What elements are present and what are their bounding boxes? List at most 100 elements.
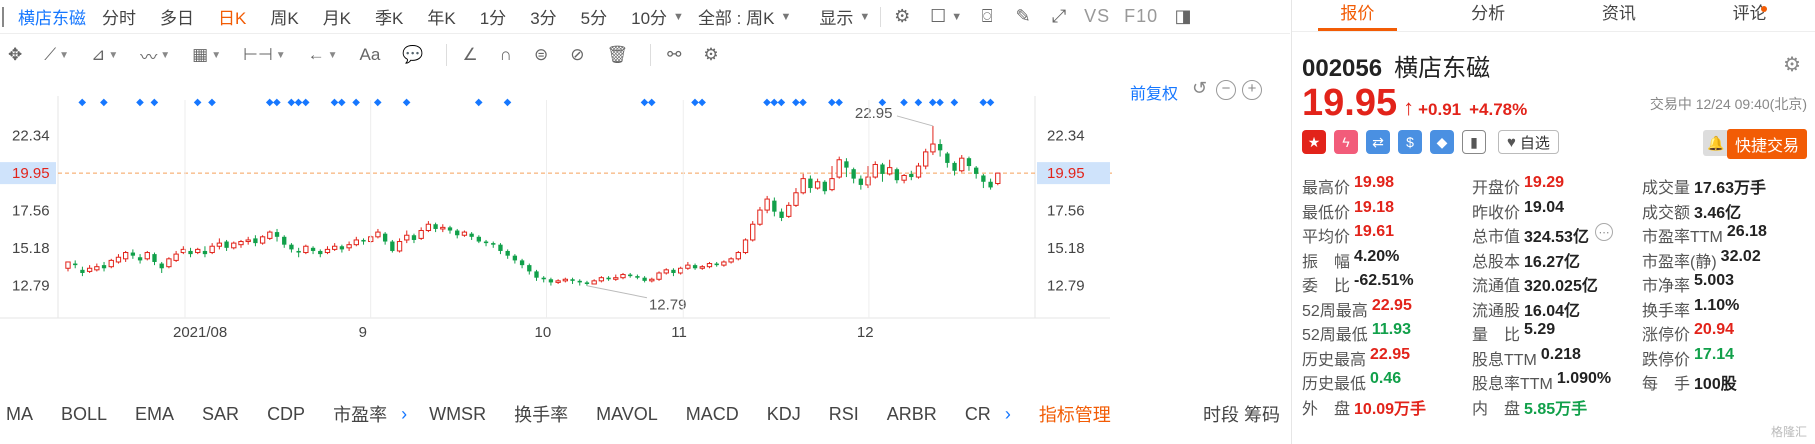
candle-body xyxy=(80,269,85,273)
event-marker: ◆ xyxy=(778,97,786,108)
quote-cell: 换手率 1.10% xyxy=(1642,297,1812,321)
period-3min[interactable]: 3分 xyxy=(530,4,556,29)
chevron-down-icon[interactable]: ▼ xyxy=(859,11,870,23)
range-tool-icon[interactable]: ⊢⊣ ▼ xyxy=(243,42,286,68)
tag-icon[interactable]: ◆ xyxy=(1430,130,1454,154)
hide-icon[interactable]: ⊘ xyxy=(570,42,584,68)
settings-icon[interactable]: ⚙ xyxy=(703,42,718,68)
bell-icon[interactable]: 🔔 xyxy=(1703,130,1729,156)
candle-body xyxy=(253,238,258,244)
kline-chart[interactable]: 22.34 22.34 17.56 17.56 15.18 15.18 12.79 12.79… xyxy=(0,96,1290,396)
period-daily-k[interactable]: 日K xyxy=(218,4,246,29)
chevron-down-icon[interactable]: ▼ xyxy=(673,11,684,23)
arrow-up-icon: ↑ xyxy=(1403,95,1415,120)
comment-icon[interactable]: 💬 xyxy=(402,42,423,68)
link-icon[interactable]: ⚯ xyxy=(667,42,681,68)
indicator-rsi[interactable]: RSI xyxy=(829,404,859,425)
indicator-arbr[interactable]: ARBR xyxy=(887,404,937,425)
candle-body xyxy=(289,244,294,250)
stock-name-link[interactable]: 横店东磁 xyxy=(18,4,86,29)
scope-select[interactable]: 全部 : 周K xyxy=(698,4,775,29)
period-multiday[interactable]: 多日 xyxy=(160,4,194,29)
indicator-mavol[interactable]: MAVOL xyxy=(596,404,658,425)
chevron-down-icon[interactable]: ▼ xyxy=(951,11,962,23)
fib-tool-icon[interactable]: ▦ ▼ xyxy=(192,42,221,68)
candle-body xyxy=(267,231,273,239)
angle-icon[interactable]: ∠ xyxy=(463,42,478,68)
lightning-icon[interactable]: ϟ xyxy=(1334,130,1358,154)
fullscreen-icon[interactable]: ⤢ xyxy=(1048,6,1070,28)
add-watchlist-button[interactable]: ♥ 自选 xyxy=(1498,130,1559,154)
indicator-kdj[interactable]: KDJ xyxy=(767,404,801,425)
bookmark-icon[interactable]: ▮ xyxy=(1462,130,1486,154)
indicator-sar[interactable]: SAR xyxy=(202,404,239,425)
indicator-turnover[interactable]: 换手率 xyxy=(514,401,568,427)
move-icon[interactable]: ✥ xyxy=(8,42,22,68)
quote-row: 外 盘 10.09万手内 盘 5.85万手 xyxy=(1302,395,1812,420)
arrow-tool-icon[interactable]: ← ▼ xyxy=(308,42,338,68)
period-5min[interactable]: 5分 xyxy=(581,4,607,29)
dollar-icon[interactable]: $ xyxy=(1398,130,1422,154)
event-marker: ◆ xyxy=(648,97,656,108)
quote-cell: 市盈率TTM 26.18 xyxy=(1642,223,1812,247)
indicator-wmsr[interactable]: WMSR xyxy=(429,404,486,425)
text-tool-icon[interactable]: Aa xyxy=(360,42,381,68)
chevron-right-icon[interactable]: › xyxy=(1005,404,1011,425)
pencil-icon[interactable]: ✎ xyxy=(1012,6,1034,28)
quote-label: 外 盘 xyxy=(1302,400,1351,418)
quote-value: 5.85万手 xyxy=(1524,400,1588,418)
quote-cell: 历史最低 0.46 xyxy=(1302,370,1472,394)
period-yearly-k[interactable]: 年K xyxy=(427,4,455,29)
tab-analysis[interactable]: 分析 xyxy=(1423,0,1554,31)
f10-button[interactable]: F10 xyxy=(1124,6,1158,27)
tab-news[interactable]: 资讯 xyxy=(1554,0,1685,31)
magnet-icon[interactable]: ∩ xyxy=(500,42,512,68)
wave-tool-icon[interactable]: 〰 ▼ xyxy=(140,42,170,68)
camera-icon[interactable]: ⌼ xyxy=(976,6,998,28)
period-chips-button[interactable]: 时段 筹码 xyxy=(1203,401,1280,427)
gear-icon[interactable]: ⚙ xyxy=(1783,52,1801,77)
quote-cell: 市净率 5.003 xyxy=(1642,272,1812,296)
indicator-boll[interactable]: BOLL xyxy=(61,404,107,425)
indicator-pe[interactable]: 市盈率 xyxy=(333,401,387,427)
vs-button[interactable]: VS xyxy=(1084,6,1110,27)
quote-value: 324.53亿 xyxy=(1524,229,1589,247)
period-10min[interactable]: 10分 xyxy=(631,4,667,29)
period-intraday[interactable]: 分时 xyxy=(102,4,136,29)
shuffle-icon[interactable]: ⇄ xyxy=(1366,130,1390,154)
indicator-cr[interactable]: CR xyxy=(965,404,991,425)
indicator-macd[interactable]: MACD xyxy=(686,404,739,425)
low-annotation: 12.79 xyxy=(649,297,687,314)
line-tool-icon[interactable]: ⟋ ▼ xyxy=(44,42,69,68)
divider xyxy=(650,44,652,66)
quote-cell: 内 盘 5.85万手 xyxy=(1472,395,1642,419)
tab-comments[interactable]: 评论 xyxy=(1684,0,1815,31)
tab-quote[interactable]: 报价 xyxy=(1292,0,1423,31)
display-menu[interactable]: 显示 xyxy=(819,4,853,29)
china-flag-icon[interactable]: ★ xyxy=(1302,130,1326,154)
indicator-cdp[interactable]: CDP xyxy=(267,404,305,425)
candle-body xyxy=(382,233,388,242)
more-icon[interactable]: ⋯ xyxy=(1594,223,1613,242)
indicator-ema[interactable]: EMA xyxy=(135,404,174,425)
chevron-down-icon[interactable]: ▼ xyxy=(780,11,791,23)
period-1min[interactable]: 1分 xyxy=(480,4,506,29)
period-weekly-k[interactable]: 周K xyxy=(270,4,298,29)
square-icon[interactable]: ☐ xyxy=(927,6,949,28)
indicator-ma[interactable]: MA xyxy=(6,404,33,425)
candle-body xyxy=(721,261,727,266)
chevron-right-icon[interactable]: › xyxy=(401,404,407,425)
period-quarterly-k[interactable]: 季K xyxy=(375,4,403,29)
period-monthly-k[interactable]: 月K xyxy=(323,4,351,29)
lock-icon[interactable]: ⊜ xyxy=(534,42,548,68)
channel-tool-icon[interactable]: ⊿ ▼ xyxy=(91,42,118,68)
quote-label: 开盘价 xyxy=(1472,180,1521,198)
trash-icon[interactable]: 🗑 xyxy=(606,42,628,68)
quote-label: 成交额 xyxy=(1642,204,1691,222)
sidebar-toggle-icon[interactable]: ◨ xyxy=(1172,6,1194,28)
candle-body xyxy=(159,263,164,269)
fast-trade-button[interactable]: 快捷交易 xyxy=(1726,129,1807,159)
candle-body xyxy=(887,167,893,175)
gear-icon[interactable]: ⚙ xyxy=(891,6,913,28)
indicator-manage-button[interactable]: 指标管理 xyxy=(1039,401,1111,427)
